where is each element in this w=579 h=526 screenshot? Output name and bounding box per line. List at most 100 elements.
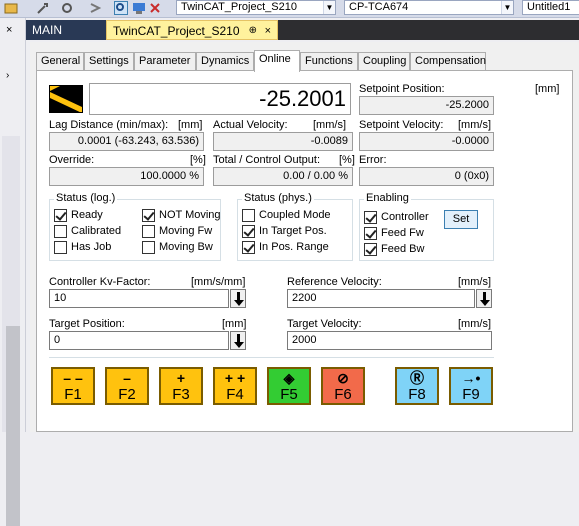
- feed-fw-checkbox[interactable]: Feed Fw: [364, 227, 424, 241]
- ready-checkbox[interactable]: Ready: [54, 209, 103, 223]
- close-icon[interactable]: ×: [6, 24, 12, 36]
- not-moving-checkbox[interactable]: NOT Moving: [142, 209, 221, 223]
- download-ref-velocity-icon[interactable]: [476, 289, 492, 308]
- axis-editor: General Settings Parameter Dynamics Onli…: [30, 42, 579, 432]
- in-target-pos-checkbox[interactable]: In Target Pos.: [242, 225, 327, 239]
- scrollbar[interactable]: [2, 136, 20, 526]
- target-position-input[interactable]: 0: [49, 331, 229, 350]
- untitled-combo[interactable]: Untitled1: [522, 0, 579, 15]
- scrollbar-thumb[interactable]: [6, 326, 20, 526]
- checkbox-box[interactable]: [364, 243, 377, 256]
- setpoint-velocity-label: Setpoint Velocity:: [359, 119, 444, 131]
- f4-fast-forward-button[interactable]: + + F4: [213, 367, 257, 405]
- checkbox-box[interactable]: [142, 225, 155, 238]
- tab-dynamics[interactable]: Dynamics: [196, 52, 254, 70]
- tab-coupling[interactable]: Coupling: [358, 52, 410, 70]
- checkbox-box[interactable]: [54, 225, 67, 238]
- kv-factor-label: Controller Kv-Factor:: [49, 276, 151, 288]
- moving-fw-label: Moving Fw: [159, 225, 213, 237]
- f8-label: F8: [408, 386, 426, 403]
- target-velocity-input[interactable]: 2000: [287, 331, 492, 350]
- controller-label: Controller: [381, 211, 429, 223]
- tab-settings[interactable]: Settings: [84, 52, 134, 70]
- kv-factor-input[interactable]: 10: [49, 289, 229, 308]
- checkbox-box[interactable]: [364, 211, 377, 224]
- download-target-icon[interactable]: [230, 331, 246, 350]
- checkbox-box[interactable]: [242, 241, 255, 254]
- doc-tab-project[interactable]: TwinCAT_Project_S210 ⊕ ×: [106, 20, 278, 40]
- enabling-group: Enabling Controller Feed Fw Feed Bw Set: [359, 192, 494, 261]
- chevron-down-icon[interactable]: ▼: [323, 1, 335, 14]
- controller-checkbox[interactable]: Controller: [364, 211, 429, 225]
- setpoint-position-value: -25.2000: [445, 99, 489, 111]
- moving-fw-checkbox[interactable]: Moving Fw: [142, 225, 212, 239]
- checkbox-box[interactable]: [364, 227, 377, 240]
- chevron-down-icon[interactable]: ▼: [501, 1, 513, 14]
- chevron-icon[interactable]: ›: [6, 70, 9, 81]
- checkbox-box[interactable]: [242, 209, 255, 222]
- error-label: Error:: [359, 154, 387, 166]
- setpoint-position-label: Setpoint Position:: [359, 83, 445, 95]
- project-combo[interactable]: TwinCAT_Project_S210 ▼: [176, 0, 336, 15]
- document-tabs: MAIN TwinCAT_Project_S210 ⊕ ×: [26, 20, 579, 40]
- download-kv-icon[interactable]: [230, 289, 246, 308]
- settings-icon[interactable]: [60, 1, 74, 15]
- stop-icon: ⊘: [337, 370, 349, 386]
- coupled-mode-checkbox[interactable]: Coupled Mode: [242, 209, 331, 223]
- target-velocity-label: Target Velocity:: [287, 318, 362, 330]
- calibrated-checkbox[interactable]: Calibrated: [54, 225, 121, 239]
- project-combo-value: TwinCAT_Project_S210: [181, 1, 297, 13]
- target-combo[interactable]: CP-TCA674 ▼: [344, 0, 514, 15]
- status-log-title: Status (log.): [54, 192, 118, 204]
- tab-online[interactable]: Online: [254, 50, 300, 72]
- reference-velocity-input[interactable]: 2200: [287, 289, 475, 308]
- online-panel: -25.2001 Setpoint Position: [mm] -25.200…: [36, 70, 573, 432]
- checkbox-box[interactable]: [142, 241, 155, 254]
- in-pos-range-checkbox[interactable]: In Pos. Range: [242, 241, 329, 255]
- tab-compensation[interactable]: Compensation: [410, 52, 486, 70]
- network-icon[interactable]: [132, 1, 146, 15]
- tab-parameter[interactable]: Parameter: [134, 52, 196, 70]
- has-job-checkbox[interactable]: Has Job: [54, 241, 111, 255]
- f3-forward-button[interactable]: + F3: [159, 367, 203, 405]
- f5-label: F5: [280, 386, 298, 403]
- divider: [49, 357, 494, 358]
- checkbox-box[interactable]: [54, 241, 67, 254]
- doc-tab-main[interactable]: MAIN: [26, 20, 106, 40]
- calibrated-label: Calibrated: [71, 225, 122, 237]
- toolbar-icon[interactable]: [4, 1, 18, 15]
- f9-reference-button[interactable]: →• F9: [449, 367, 493, 405]
- top-toolbar: TwinCAT_Project_S210 ▼ CP-TCA674 ▼ Untit…: [0, 0, 579, 18]
- forward-icon: +: [176, 370, 186, 386]
- tab-general[interactable]: General: [36, 52, 84, 70]
- wrench-icon[interactable]: [36, 1, 50, 15]
- moving-bw-checkbox[interactable]: Moving Bw: [142, 241, 213, 255]
- close-project-icon[interactable]: [148, 1, 162, 15]
- f2-backward-button[interactable]: – F2: [105, 367, 149, 405]
- checkbox-box[interactable]: [54, 209, 67, 222]
- close-icon[interactable]: ×: [265, 21, 271, 41]
- feed-bw-checkbox[interactable]: Feed Bw: [364, 243, 424, 257]
- tab-settings-label: Settings: [89, 55, 129, 67]
- setpoint-velocity-unit: [mm/s]: [458, 119, 491, 131]
- tab-functions[interactable]: Functions: [300, 52, 358, 70]
- reference-icon: →•: [461, 370, 481, 386]
- navigate-icon[interactable]: [88, 1, 102, 15]
- set-button[interactable]: Set: [444, 210, 478, 229]
- actual-position-display: -25.2001: [89, 83, 351, 115]
- target-position-unit: [mm]: [222, 318, 247, 330]
- checkbox-box[interactable]: [142, 209, 155, 222]
- checkbox-box[interactable]: [242, 225, 255, 238]
- total-output-value: 0.00 / 0.00 %: [283, 170, 348, 182]
- f6-stop-button[interactable]: ⊘ F6: [321, 367, 365, 405]
- target-position-value: 0: [54, 334, 61, 346]
- f8-reset-button[interactable]: Ⓡ F8: [395, 367, 439, 405]
- pin-icon[interactable]: ⊕: [249, 21, 257, 41]
- f5-start-button[interactable]: ◈ F5: [267, 367, 311, 405]
- override-field: 100.0000 %: [49, 167, 204, 186]
- tab-online-label: Online: [259, 53, 291, 65]
- f1-fast-backward-button[interactable]: – – F1: [51, 367, 95, 405]
- search-icon[interactable]: [114, 1, 128, 15]
- setpoint-position-unit: [mm]: [535, 83, 560, 95]
- f3-label: F3: [172, 386, 190, 403]
